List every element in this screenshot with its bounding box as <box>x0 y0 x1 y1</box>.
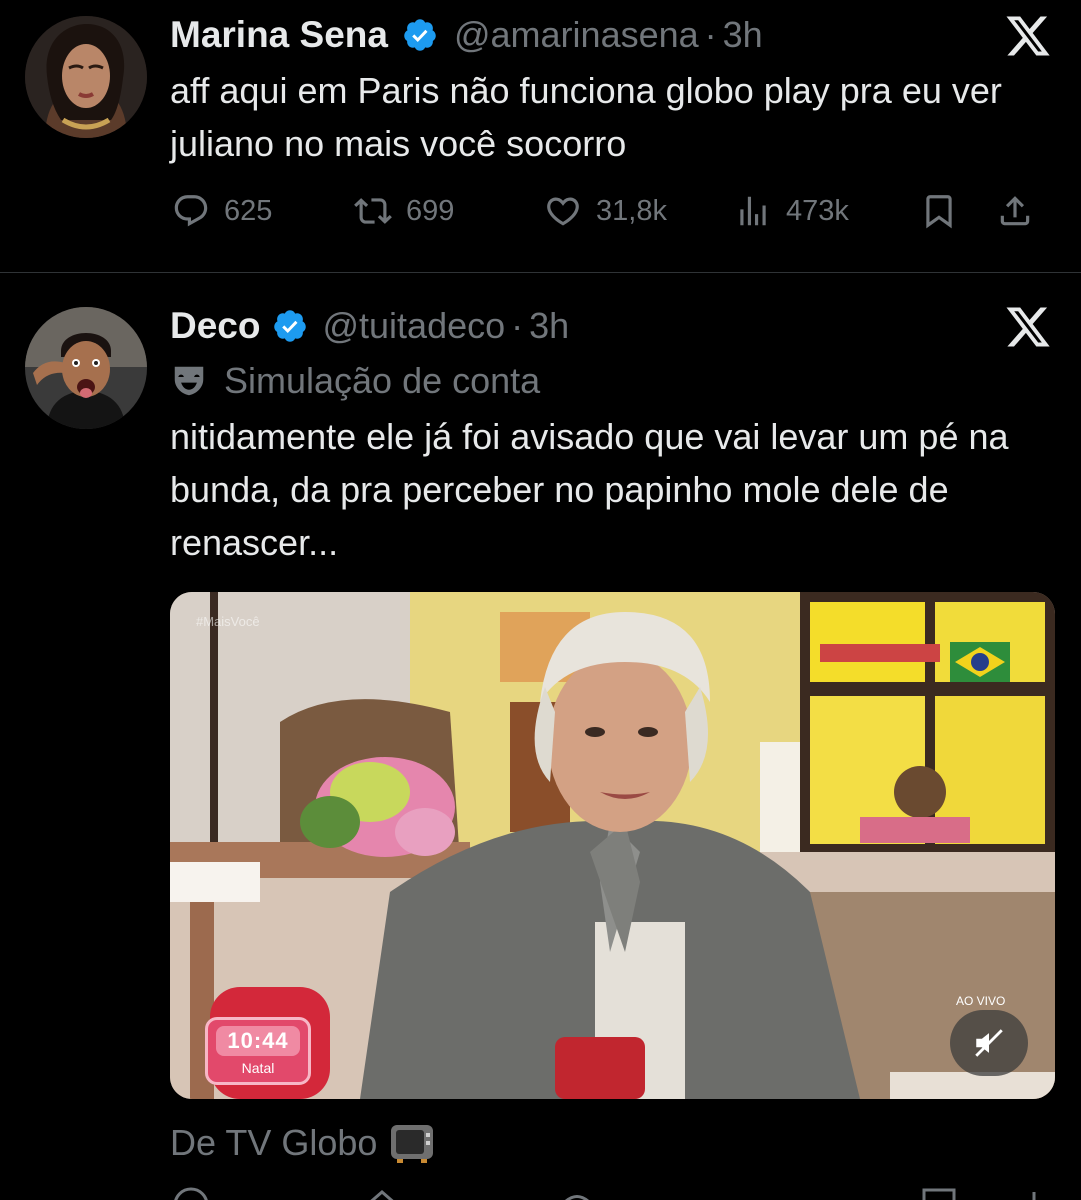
like-button[interactable]: 31,8k <box>544 192 734 230</box>
clock-overlay: 10:44 Natal <box>205 1017 311 1085</box>
clock-time: 10:44 <box>216 1026 300 1056</box>
bookmark-button[interactable] <box>920 192 996 230</box>
channel-watermark: #MaisVocê <box>196 614 260 629</box>
separator-dot: · <box>704 14 717 55</box>
verified-badge-icon[interactable] <box>272 308 308 344</box>
like-count: 31,8k <box>596 194 667 227</box>
media-source[interactable]: De TV Globo <box>170 1118 435 1168</box>
tweet-2-header: Deco @tuitadeco · 3h <box>170 303 569 349</box>
share-icon <box>1000 196 1030 226</box>
parody-label: Simulação de conta <box>170 356 540 406</box>
views-count: 473k <box>786 194 849 227</box>
tweet-1-header: Marina Sena @amarinasena · 3h <box>170 12 763 58</box>
tweet-time[interactable]: 3h <box>529 305 569 347</box>
tweet-time[interactable]: 3h <box>723 14 763 56</box>
reply-icon <box>174 195 208 227</box>
bookmark-icon <box>926 195 952 229</box>
x-logo-icon <box>1006 307 1050 347</box>
author-name[interactable]: Marina Sena <box>170 14 388 56</box>
muted-speaker-icon <box>975 1029 1003 1057</box>
views-chart-icon <box>740 196 766 226</box>
author-handle[interactable]: @amarinasena <box>454 14 699 56</box>
tweet-2-actions-partial <box>172 1186 1052 1200</box>
avatar-deco[interactable] <box>25 307 147 429</box>
television-icon <box>391 1125 434 1163</box>
retweet-count: 699 <box>406 194 455 227</box>
clock-city: Natal <box>241 1060 275 1076</box>
media-source-text: De TV Globo <box>170 1122 378 1163</box>
reply-button[interactable]: 625 <box>172 192 354 230</box>
author-name[interactable]: Deco <box>170 305 260 347</box>
views-button[interactable]: 473k <box>734 192 920 230</box>
avatar-marina-sena[interactable] <box>25 16 147 138</box>
mute-button[interactable] <box>950 1010 1028 1076</box>
parody-label-text: Simulação de conta <box>224 360 541 401</box>
author-handle[interactable]: @tuitadeco <box>322 305 505 347</box>
x-logo-icon <box>1006 16 1050 56</box>
tweet-divider <box>0 272 1081 273</box>
share-button[interactable] <box>996 192 1034 230</box>
tweet-1-actions: 625 699 31,8k 473k <box>172 192 1052 230</box>
reply-count: 625 <box>224 194 273 227</box>
retweet-icon <box>354 198 392 224</box>
theater-mask-icon <box>174 366 204 396</box>
separator-dot: · <box>511 305 524 346</box>
heart-icon <box>547 197 579 226</box>
live-label: AO VIVO <box>956 994 1006 1008</box>
verified-badge-icon[interactable] <box>402 17 438 53</box>
tweet-1-text: aff aqui em Paris não funciona globo pla… <box>170 70 1002 164</box>
tweet-2-text: nitidamente ele já foi avisado que vai l… <box>170 416 1009 563</box>
retweet-button[interactable]: 699 <box>354 192 544 230</box>
video-thumbnail[interactable]: #MaisVocê 10:44 Natal AO VIVO <box>170 592 1055 1099</box>
